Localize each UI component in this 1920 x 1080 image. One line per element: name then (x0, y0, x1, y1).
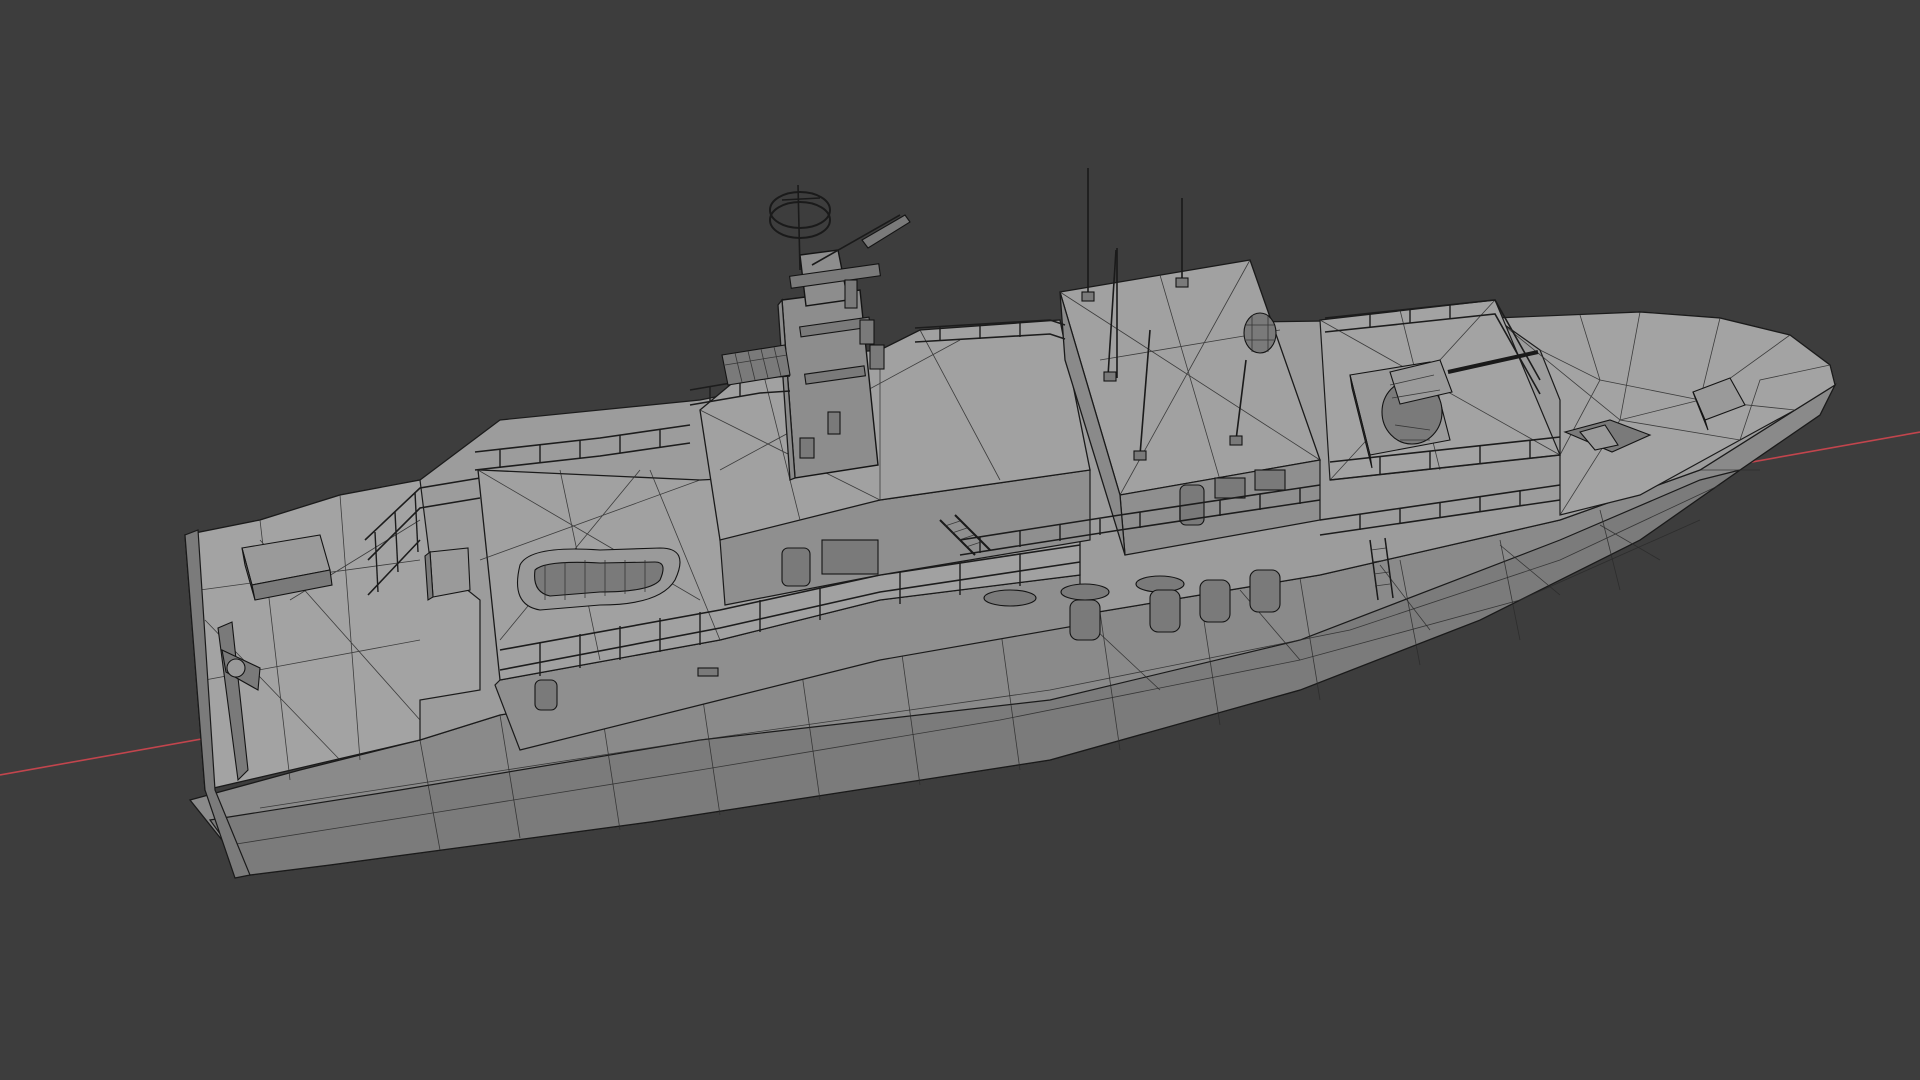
viewport-canvas[interactable] (0, 0, 1920, 1080)
deckhouse-porthole (534, 679, 558, 711)
upper-deckhouse-hatch (821, 539, 879, 575)
3d-viewport[interactable] (0, 0, 1920, 1080)
upper-deckhouse-door (781, 547, 811, 587)
bridge-radome[interactable] (1243, 312, 1277, 354)
deckhouse-hatch-small (697, 667, 719, 677)
ship-model[interactable] (184, 168, 1837, 879)
